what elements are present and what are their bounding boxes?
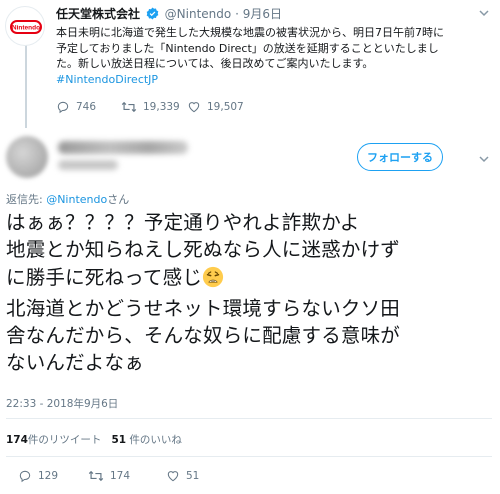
- reply-to-suffix: さん: [107, 193, 130, 206]
- chevron-down-icon[interactable]: [478, 150, 490, 169]
- like-count: 19,507: [207, 101, 244, 113]
- parent-tweet[interactable]: Nintendo 任天堂株式会社 @Nintendo · 9月6日 本日未明に北…: [0, 0, 500, 128]
- reply-count: 129: [38, 470, 59, 482]
- author-name[interactable]: 任天堂株式会社: [56, 7, 140, 21]
- user-handle-blurred[interactable]: [58, 160, 118, 170]
- reply-to-mention[interactable]: @Nintendo: [46, 193, 107, 206]
- verified-badge-icon: [146, 7, 159, 23]
- reply-count: 746: [76, 101, 97, 113]
- parent-tweet-text: 本日未明に北海道で発生した大規模な地震の被害状況から、明日7日午前7時に 予定し…: [56, 25, 496, 87]
- heart-icon: [167, 471, 179, 482]
- thread-line: [25, 44, 27, 128]
- tweet-text-line: ないんだよなぁ: [6, 351, 144, 375]
- tweet-date[interactable]: 9月6日: [243, 7, 282, 21]
- divider: [6, 456, 492, 457]
- separator: ·: [235, 7, 239, 21]
- weary-face-icon: [202, 266, 224, 295]
- tweet-text-line: はぁぁ？？？？予定通りやれよ詐欺かよ: [6, 211, 360, 234]
- tweet-text-line-with-emoji: に勝手に死ねって感じ: [6, 264, 496, 295]
- reply-icon: [57, 101, 69, 114]
- user-avatar-blurred[interactable]: [6, 136, 48, 178]
- tweet-text-line: 地震とか知らねえし死ぬなら人に迷惑かけず: [6, 238, 401, 262]
- retweet-button[interactable]: 19,339: [121, 100, 187, 114]
- parent-tweet-header: 任天堂株式会社 @Nintendo · 9月6日: [56, 5, 282, 23]
- heart-icon: [188, 102, 200, 113]
- hashtag-link[interactable]: #NintendoDirectJP: [56, 72, 496, 88]
- tweet-text-segment: に勝手に死ねって感じ: [6, 265, 203, 289]
- retweet-icon: [121, 101, 137, 113]
- like-button[interactable]: 19,507: [187, 100, 267, 114]
- retweet-total: 174: [6, 434, 28, 446]
- nintendo-avatar[interactable]: Nintendo: [5, 6, 45, 46]
- parent-tweet-actions: 746 19,339 19,507: [56, 100, 267, 114]
- reply-icon: [19, 470, 31, 483]
- retweet-label: 件のリツイート: [27, 434, 102, 446]
- reply-tweet-actions: 129 174 51: [18, 469, 246, 483]
- retweet-count: 174: [110, 470, 131, 482]
- reply-button[interactable]: 129: [18, 469, 88, 483]
- like-label: 件のいいね: [126, 434, 182, 446]
- tweet-text-line: 本日未明に北海道で発生した大規模な地震の被害状況から、明日7日午前7時に: [56, 26, 444, 39]
- reply-button[interactable]: 746: [56, 100, 121, 114]
- tweet-text-line: 北海道とかどうせネット環境すらないクソ田: [6, 296, 401, 320]
- retweets-stat[interactable]: 174件のリツイート: [6, 434, 101, 446]
- follow-button[interactable]: フォローする: [357, 143, 443, 171]
- like-total: 51: [111, 434, 127, 446]
- svg-text:Nintendo: Nintendo: [12, 25, 40, 32]
- tweet-text-line: 予定しておりました「Nintendo Direct」の放送を延期することといたし…: [56, 41, 439, 55]
- retweet-button[interactable]: 174: [88, 469, 166, 483]
- divider: [6, 418, 492, 419]
- reply-tweet-text: はぁぁ？？？？予定通りやれよ詐欺かよ 地震とか知らねえし死ぬなら人に迷惑かけず …: [6, 209, 496, 377]
- tweet-text-line: た。新しい放送日程については、後日改めてご案内いたします。: [56, 57, 374, 70]
- like-button[interactable]: 51: [166, 469, 246, 483]
- reply-to-context: 返信先: @Nintendoさん: [6, 191, 129, 207]
- reply-tweet-header: フォローする: [0, 128, 500, 184]
- likes-stat[interactable]: 51 件のいいね: [111, 434, 181, 446]
- engagement-stats: 174件のリツイート 51 件のいいね: [6, 432, 182, 447]
- tweet-timestamp[interactable]: 22:33 - 2018年9月6日: [6, 396, 118, 411]
- retweet-icon: [88, 470, 104, 482]
- retweet-count: 19,339: [143, 101, 180, 113]
- reply-to-prefix: 返信先:: [6, 193, 47, 206]
- user-name-blurred[interactable]: [58, 141, 188, 154]
- chevron-down-icon[interactable]: [478, 4, 490, 23]
- like-count: 51: [186, 470, 200, 482]
- tweet-text-line: 舎なんだから、そんな奴らに配慮する意味が: [6, 324, 401, 348]
- author-handle[interactable]: @Nintendo: [165, 7, 232, 21]
